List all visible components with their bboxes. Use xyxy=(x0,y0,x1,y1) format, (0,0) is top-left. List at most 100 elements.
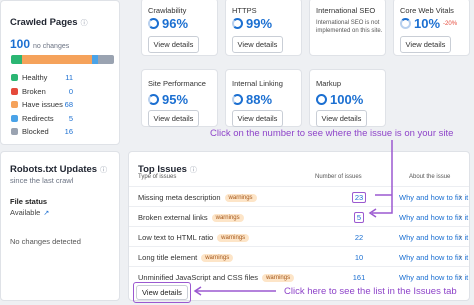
why-how-fix-link[interactable]: Why and how to fix it xyxy=(399,273,468,282)
issue-name-text: Unminified JavaScript and CSS files xyxy=(138,273,259,282)
legend-label: Have issues xyxy=(22,100,63,109)
issue-count-text[interactable]: 23 xyxy=(351,192,367,203)
crawled-distribution-bar[interactable] xyxy=(11,55,114,64)
top-issues-card: Top Issues ⓘ Type of issues Number of iss… xyxy=(128,151,470,303)
annotation-top: Click on the number to see where the iss… xyxy=(210,128,454,139)
legend-count[interactable]: 0 xyxy=(69,87,73,96)
metric-value-text: 99% xyxy=(246,16,273,31)
issue-count[interactable]: 23 xyxy=(334,192,384,203)
issue-name-text: Long title element xyxy=(138,253,198,262)
issue-name[interactable]: Unminified JavaScript and CSS files warni… xyxy=(138,273,295,282)
issue-name-text: Low text to HTML ratio xyxy=(138,233,214,242)
issue-name[interactable]: Broken external links warnings xyxy=(138,213,244,222)
metric-card-markup: Markup 100% View details xyxy=(309,69,386,127)
metric-value: 96% xyxy=(148,16,188,31)
view-details-button[interactable]: View details xyxy=(232,36,283,53)
legend-broken[interactable]: Broken 0 xyxy=(11,87,73,96)
legend-label: Broken xyxy=(22,87,46,96)
crawled-pages-header: Crawled Pages ⓘ xyxy=(10,12,88,30)
warnings-badge: warnings xyxy=(201,253,234,262)
metric-card-core-web-vitals: Core Web Vitals 10% -20% View details xyxy=(393,0,470,56)
chevron-right-icon[interactable]: › xyxy=(459,252,462,261)
legend-blocked[interactable]: Blocked 16 xyxy=(11,127,73,136)
legend-count[interactable]: 68 xyxy=(65,100,73,109)
metric-value: 10% -20% xyxy=(400,16,457,31)
issue-row: Long title element warnings 10 Why and ho… xyxy=(129,246,469,266)
file-status-text: Available xyxy=(10,208,41,217)
issues-table-header: Type of issues Number of issues About th… xyxy=(129,174,469,185)
col-type-header: Type of issues xyxy=(138,174,177,180)
metric-value-text: 100% xyxy=(330,92,364,107)
issue-row: Low text to HTML ratio warnings 22 Why an… xyxy=(129,226,469,246)
metric-value-text: 10% xyxy=(414,16,441,31)
progress-ring-icon xyxy=(316,94,327,105)
metric-card-crawlability: Crawlability 96% View details xyxy=(141,0,218,56)
metric-card-site-performance: Site Performance 95% View details xyxy=(141,69,218,127)
col-about-header: About the issue xyxy=(409,174,451,180)
metric-change: -20% xyxy=(443,20,458,27)
why-how-fix-link[interactable]: Why and how to fix it xyxy=(399,193,468,202)
chevron-right-icon[interactable]: › xyxy=(459,212,462,221)
legend-swatch xyxy=(11,88,18,95)
metric-label: Markup xyxy=(316,79,342,88)
chevron-right-icon[interactable]: › xyxy=(459,192,462,201)
external-link-icon[interactable]: ↗ xyxy=(43,209,49,217)
metric-value-text: 95% xyxy=(162,92,189,107)
legend-label: Redirects xyxy=(22,114,54,123)
warnings-badge: warnings xyxy=(262,273,295,282)
view-details-button[interactable]: View details xyxy=(148,36,199,53)
progress-ring-icon xyxy=(232,18,243,29)
legend-swatch xyxy=(11,74,18,81)
metric-label: Internal Linking xyxy=(232,79,283,88)
view-details-button[interactable]: View details xyxy=(232,110,283,127)
metric-value: 95% xyxy=(148,92,188,107)
why-how-fix-link[interactable]: Why and how to fix it xyxy=(399,253,468,262)
robots-header: Robots.txt Updates ⓘ xyxy=(10,159,107,177)
issue-name[interactable]: Long title element warnings xyxy=(138,253,234,262)
robots-txt-card: Robots.txt Updates ⓘ since the last crawl… xyxy=(0,151,120,301)
info-icon[interactable]: ⓘ xyxy=(100,167,107,174)
why-how-fix-link[interactable]: Why and how to fix it xyxy=(399,233,468,242)
view-details-button[interactable]: View details xyxy=(316,110,367,127)
issue-count[interactable]: 161 xyxy=(334,273,384,282)
legend-have-issues[interactable]: Have issues 68 xyxy=(11,100,73,109)
robots-title: Robots.txt Updates xyxy=(10,164,98,175)
issues-view-details-button[interactable]: View details xyxy=(136,285,188,300)
issue-row: Missing meta description warnings 23 Why … xyxy=(129,186,469,206)
issue-count-text[interactable]: 5 xyxy=(353,212,365,223)
chevron-right-icon[interactable]: › xyxy=(459,232,462,241)
view-details-button[interactable]: View details xyxy=(148,110,199,127)
legend-label: Blocked xyxy=(22,127,49,136)
metric-card-https: HTTPS 99% View details xyxy=(225,0,302,56)
metric-card-internal-linking: Internal Linking 88% View details xyxy=(225,69,302,127)
issue-name[interactable]: Low text to HTML ratio warnings xyxy=(138,233,250,242)
issue-count[interactable]: 22 xyxy=(334,233,384,242)
crawled-total-value[interactable]: 100 xyxy=(10,37,30,51)
issue-count[interactable]: 5 xyxy=(334,212,384,223)
issue-count[interactable]: 10 xyxy=(334,253,384,262)
robots-subtitle: since the last crawl xyxy=(10,176,74,185)
view-details-button[interactable]: View details xyxy=(400,36,451,53)
crawled-total: 100 no changes xyxy=(10,37,69,51)
issue-name[interactable]: Missing meta description warnings xyxy=(138,193,257,202)
file-status-value: Available ↗ xyxy=(10,208,49,217)
legend-healthy[interactable]: Healthy 11 xyxy=(11,73,73,82)
chevron-right-icon[interactable]: › xyxy=(459,272,462,281)
crawled-pages-card: Crawled Pages ⓘ 100 no changes Healthy 11 … xyxy=(0,0,120,145)
progress-ring-icon xyxy=(232,94,243,105)
progress-ring-icon xyxy=(148,94,159,105)
info-icon[interactable]: ⓘ xyxy=(81,20,88,27)
file-status-label: File status xyxy=(10,197,48,206)
why-how-fix-link[interactable]: Why and how to fix it xyxy=(399,213,468,222)
metric-label: Core Web Vitals xyxy=(400,6,454,15)
legend-redirects[interactable]: Redirects 5 xyxy=(11,114,73,123)
metric-label: International SEO xyxy=(316,6,376,15)
issue-name-text: Broken external links xyxy=(138,213,208,222)
metric-value: 99% xyxy=(232,16,272,31)
bar-segment-healthy xyxy=(11,55,23,64)
info-icon[interactable]: ⓘ xyxy=(190,167,197,174)
legend-count[interactable]: 16 xyxy=(65,127,73,136)
legend-count[interactable]: 5 xyxy=(69,114,73,123)
issue-row: Broken external links warnings 5 Why and … xyxy=(129,206,469,226)
legend-count[interactable]: 11 xyxy=(65,73,73,82)
